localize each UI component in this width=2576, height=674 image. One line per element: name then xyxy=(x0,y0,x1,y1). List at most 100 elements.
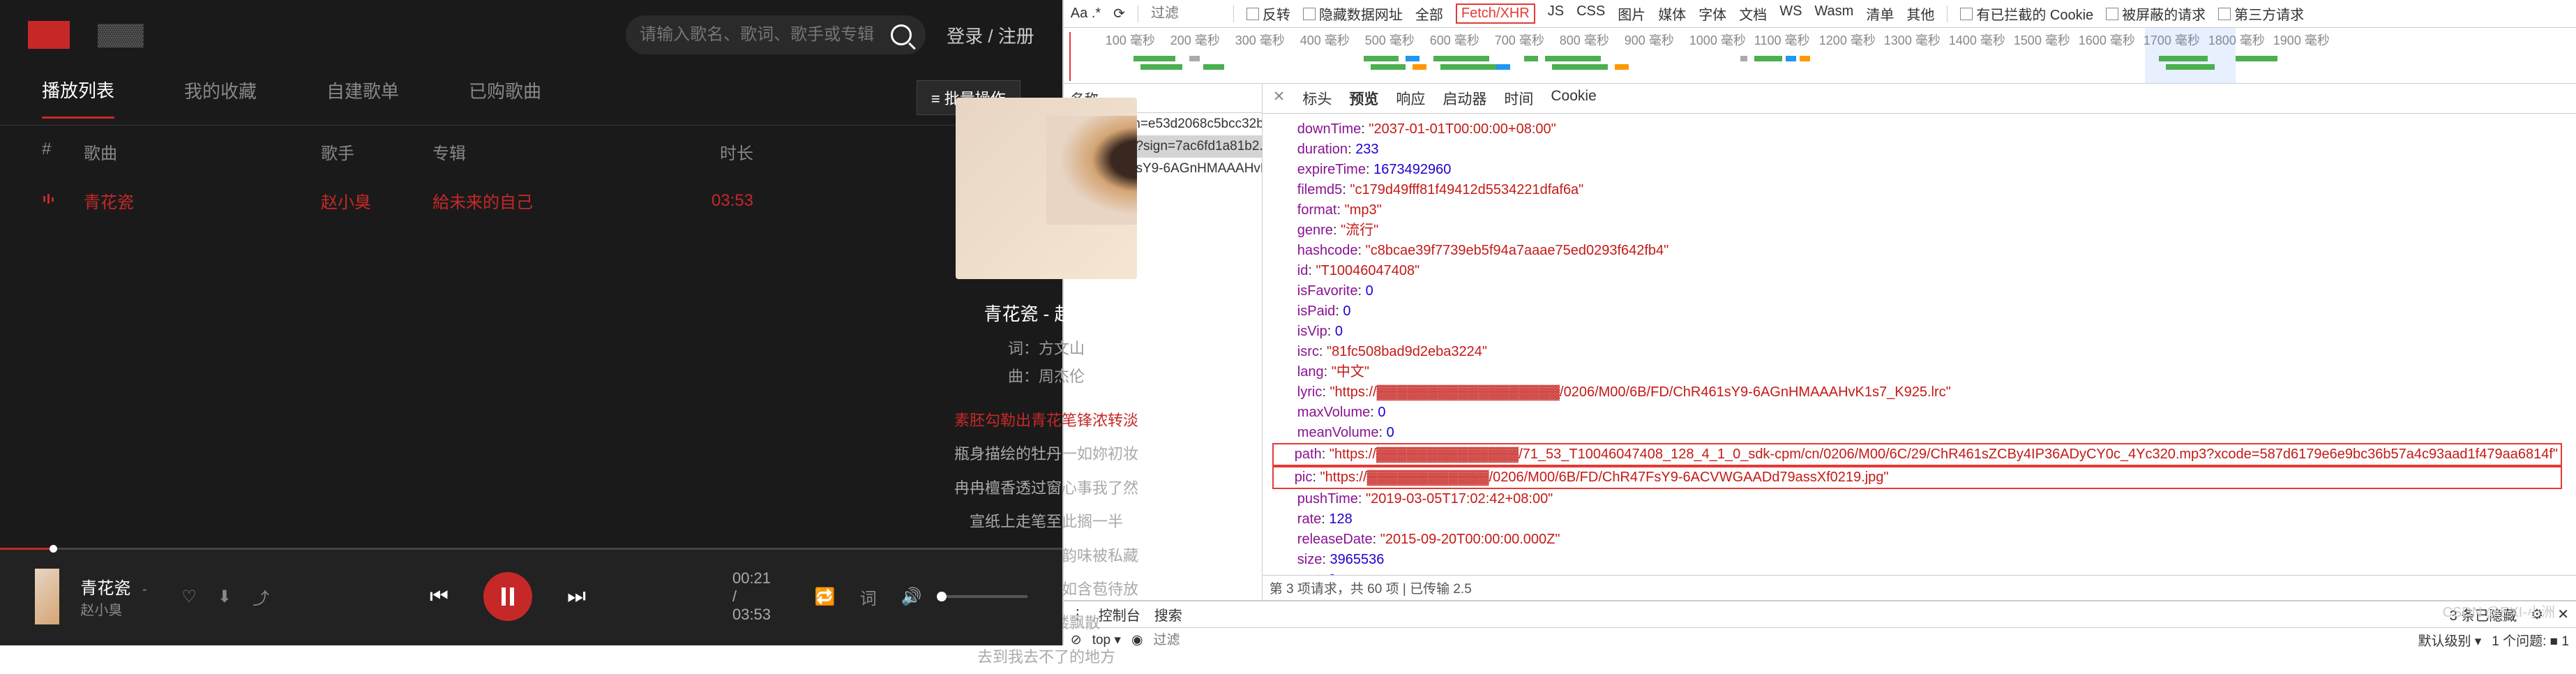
loop-icon[interactable]: 🔁 xyxy=(814,585,836,608)
timeline-tick: 1000 毫秒 xyxy=(1689,31,1754,49)
tab-custom[interactable]: 自建歌单 xyxy=(326,77,399,117)
json-row[interactable]: isVip: 0 xyxy=(1276,322,2562,342)
reload-icon[interactable]: ⟳ xyxy=(1113,5,1125,22)
lyric-line[interactable]: 宣纸上走笔至此搁一半 xyxy=(872,505,1221,539)
filter-tab-清单[interactable]: 清单 xyxy=(1866,3,1894,24)
timeline-tick: 1100 毫秒 xyxy=(1754,31,1819,49)
json-row[interactable]: isFavorite: 0 xyxy=(1276,281,2562,301)
third-party-checkbox[interactable]: 第三方请求 xyxy=(2218,3,2304,24)
hide-data-urls-checkbox[interactable]: 隐藏数据网址 xyxy=(1303,3,1403,24)
json-row[interactable]: sort: 0 xyxy=(1276,570,2562,575)
filter-label: Aa .* xyxy=(1071,6,1101,22)
response-tab[interactable]: 响应 xyxy=(1396,88,1425,109)
json-row[interactable]: format: "mp3" xyxy=(1276,200,2562,220)
lyrics-toggle-icon[interactable]: 词 xyxy=(857,585,880,608)
filter-tab-fetch/xhr[interactable]: Fetch/XHR xyxy=(1456,3,1535,24)
level-select[interactable]: 默认级别 ▾ xyxy=(2418,631,2481,650)
close-drawer-icon[interactable]: ✕ xyxy=(2557,606,2569,623)
json-row[interactable]: expireTime: 1673492960 xyxy=(1276,160,2562,180)
timeline-tick: 1500 毫秒 xyxy=(2014,31,2079,49)
timeline-tick: 500 毫秒 xyxy=(1365,31,1430,49)
filter-tab-css[interactable]: CSS xyxy=(1576,3,1605,24)
blocked-requests-checkbox[interactable]: 被屏蔽的请求 xyxy=(2106,3,2206,24)
json-row[interactable]: lyric: "https://▓▓▓▓▓▓▓▓▓▓▓▓▓▓▓▓▓▓/0206/… xyxy=(1276,382,2562,403)
prev-button[interactable]: ⏮ xyxy=(430,585,449,608)
json-row[interactable]: meanVolume: 0 xyxy=(1276,423,2562,443)
json-row[interactable]: genre: "流行" xyxy=(1276,220,2562,241)
issues-count[interactable]: 1 个问题: ■ 1 xyxy=(2492,631,2569,650)
console-filter-bar: ⊘ top ▾ ◉ 默认级别 ▾ 1 个问题: ■ 1 xyxy=(1064,628,2576,652)
tab-playlist[interactable]: 播放列表 xyxy=(42,77,114,119)
volume-slider[interactable] xyxy=(944,595,1027,598)
watermark: CSDN @EXI-小洲 xyxy=(2443,601,2555,621)
col-num: # xyxy=(42,140,84,164)
json-row[interactable]: lang: "中文" xyxy=(1276,362,2562,382)
filter-tab-其他[interactable]: 其他 xyxy=(1906,3,1934,24)
timeline-tick: 200 毫秒 xyxy=(1170,31,1235,49)
response-body[interactable]: downTime: "2037-01-01T00:00:00+08:00"dur… xyxy=(1263,114,2576,575)
search-box[interactable] xyxy=(626,15,926,54)
mini-album-art[interactable] xyxy=(35,569,59,624)
search-icon[interactable] xyxy=(891,24,912,45)
json-row[interactable]: id: "T10046047408" xyxy=(1276,261,2562,281)
json-row[interactable]: maxVolume: 0 xyxy=(1276,403,2562,423)
json-row[interactable]: duration: 233 xyxy=(1276,140,2562,160)
json-row[interactable]: pic: "https://▓▓▓▓▓▓▓▓▓▓▓▓/0206/M00/6B/F… xyxy=(1272,466,2562,489)
volume-icon[interactable]: 🔊 xyxy=(901,585,923,608)
json-row[interactable]: hashcode: "c8bcae39f7739eb5f94a7aaae75ed… xyxy=(1276,241,2562,261)
extra-controls: 🔁 词 🔊 xyxy=(814,585,1027,608)
json-row[interactable]: isPaid: 0 xyxy=(1276,301,2562,322)
lyric-line[interactable]: 瓶身描绘的牡丹一如妳初妆 xyxy=(872,437,1221,471)
filter-tab-字体[interactable]: 字体 xyxy=(1698,3,1726,24)
lyric-line[interactable]: 素胚勾勒出青花笔锋浓转淡 xyxy=(872,404,1221,437)
lyric-line[interactable]: 冉冉檀香透过窗心事我了然 xyxy=(872,472,1221,505)
json-row[interactable]: rate: 128 xyxy=(1276,509,2562,530)
json-row[interactable]: releaseDate: "2015-09-20T00:00:00.000Z" xyxy=(1276,530,2562,550)
response-tab[interactable]: 时间 xyxy=(1504,88,1533,109)
json-row[interactable]: isrc: "81fc508bad9d2eba3224" xyxy=(1276,342,2562,362)
response-tab[interactable]: 预览 xyxy=(1349,88,1378,109)
search-input[interactable] xyxy=(640,25,891,45)
console-drawer: ⋮ 控制台 搜索 3 条已隐藏 ⚙ ✕ ⊘ top ▾ ◉ 默认级别 ▾ 1 个… xyxy=(1064,600,2576,645)
filter-tab-全部[interactable]: 全部 xyxy=(1415,3,1443,24)
response-panel: ✕ 标头预览响应启动器时间 Cookie downTime: "2037-01-01… xyxy=(1263,84,2576,600)
share-icon[interactable]: ⤴ xyxy=(253,585,269,608)
network-timeline[interactable]: 100 毫秒200 毫秒300 毫秒400 毫秒500 毫秒600 毫秒700 … xyxy=(1064,28,2576,84)
album-art[interactable] xyxy=(956,98,1137,279)
auth-link[interactable]: 登录 / 注册 xyxy=(947,22,1034,48)
download-icon[interactable]: ⬇ xyxy=(218,585,232,608)
blocked-cookies-checkbox[interactable]: 有已拦截的 Cookie xyxy=(1960,3,2093,24)
response-tab[interactable]: 标头 xyxy=(1302,88,1332,109)
invert-checkbox[interactable]: 反转 xyxy=(1246,3,1290,24)
filter-tab-js[interactable]: JS xyxy=(1548,3,1564,24)
pause-icon xyxy=(502,587,514,606)
json-row[interactable]: filemd5: "c179d49fff81f49412d5534221dfaf… xyxy=(1276,180,2562,200)
timeline-tick: 900 毫秒 xyxy=(1625,31,1689,49)
filter-tab-wasm[interactable]: Wasm xyxy=(1814,3,1853,24)
favorite-icon[interactable]: ♡ xyxy=(181,585,197,608)
play-pause-button[interactable] xyxy=(483,572,532,621)
logo-text: ▓▓▓ xyxy=(98,23,144,47)
np-composer: 曲：周杰伦 xyxy=(872,364,1221,387)
response-tab[interactable]: 启动器 xyxy=(1443,88,1486,109)
filter-tab-文档[interactable]: 文档 xyxy=(1739,3,1767,24)
filter-tab-媒体[interactable]: 媒体 xyxy=(1658,3,1686,24)
filter-input[interactable] xyxy=(1151,6,1221,22)
devtools-panel: Aa .* ⟳ 反转 隐藏数据网址 全部 Fetch/XHR JS CSS 图片媒体字体… xyxy=(1062,0,2576,645)
close-icon[interactable]: ✕ xyxy=(1273,88,1286,109)
tab-favorites[interactable]: 我的收藏 xyxy=(184,77,257,117)
track-album: 給未来的自己 xyxy=(432,188,670,213)
tab-purchased[interactable]: 已购歌曲 xyxy=(469,77,541,117)
total-time: 03:53 xyxy=(732,606,771,623)
filter-tab-ws[interactable]: WS xyxy=(1779,3,1802,24)
progress-bar[interactable] xyxy=(0,548,1062,550)
json-row[interactable]: size: 3965536 xyxy=(1276,550,2562,570)
next-button[interactable]: ⏭ xyxy=(567,585,586,608)
json-row[interactable]: pushTime: "2019-03-05T17:02:42+08:00" xyxy=(1276,489,2562,509)
track-duration: 03:53 xyxy=(670,191,753,211)
filter-tab-图片[interactable]: 图片 xyxy=(1618,3,1645,24)
response-tab[interactable]: Cookie xyxy=(1551,88,1596,109)
json-row[interactable]: path: "https://▓▓▓▓▓▓▓▓▓▓▓▓▓▓/71_53_T100… xyxy=(1272,443,2562,466)
json-row[interactable]: downTime: "2037-01-01T00:00:00+08:00" xyxy=(1276,119,2562,140)
timeline-tick: 600 毫秒 xyxy=(1430,31,1495,49)
